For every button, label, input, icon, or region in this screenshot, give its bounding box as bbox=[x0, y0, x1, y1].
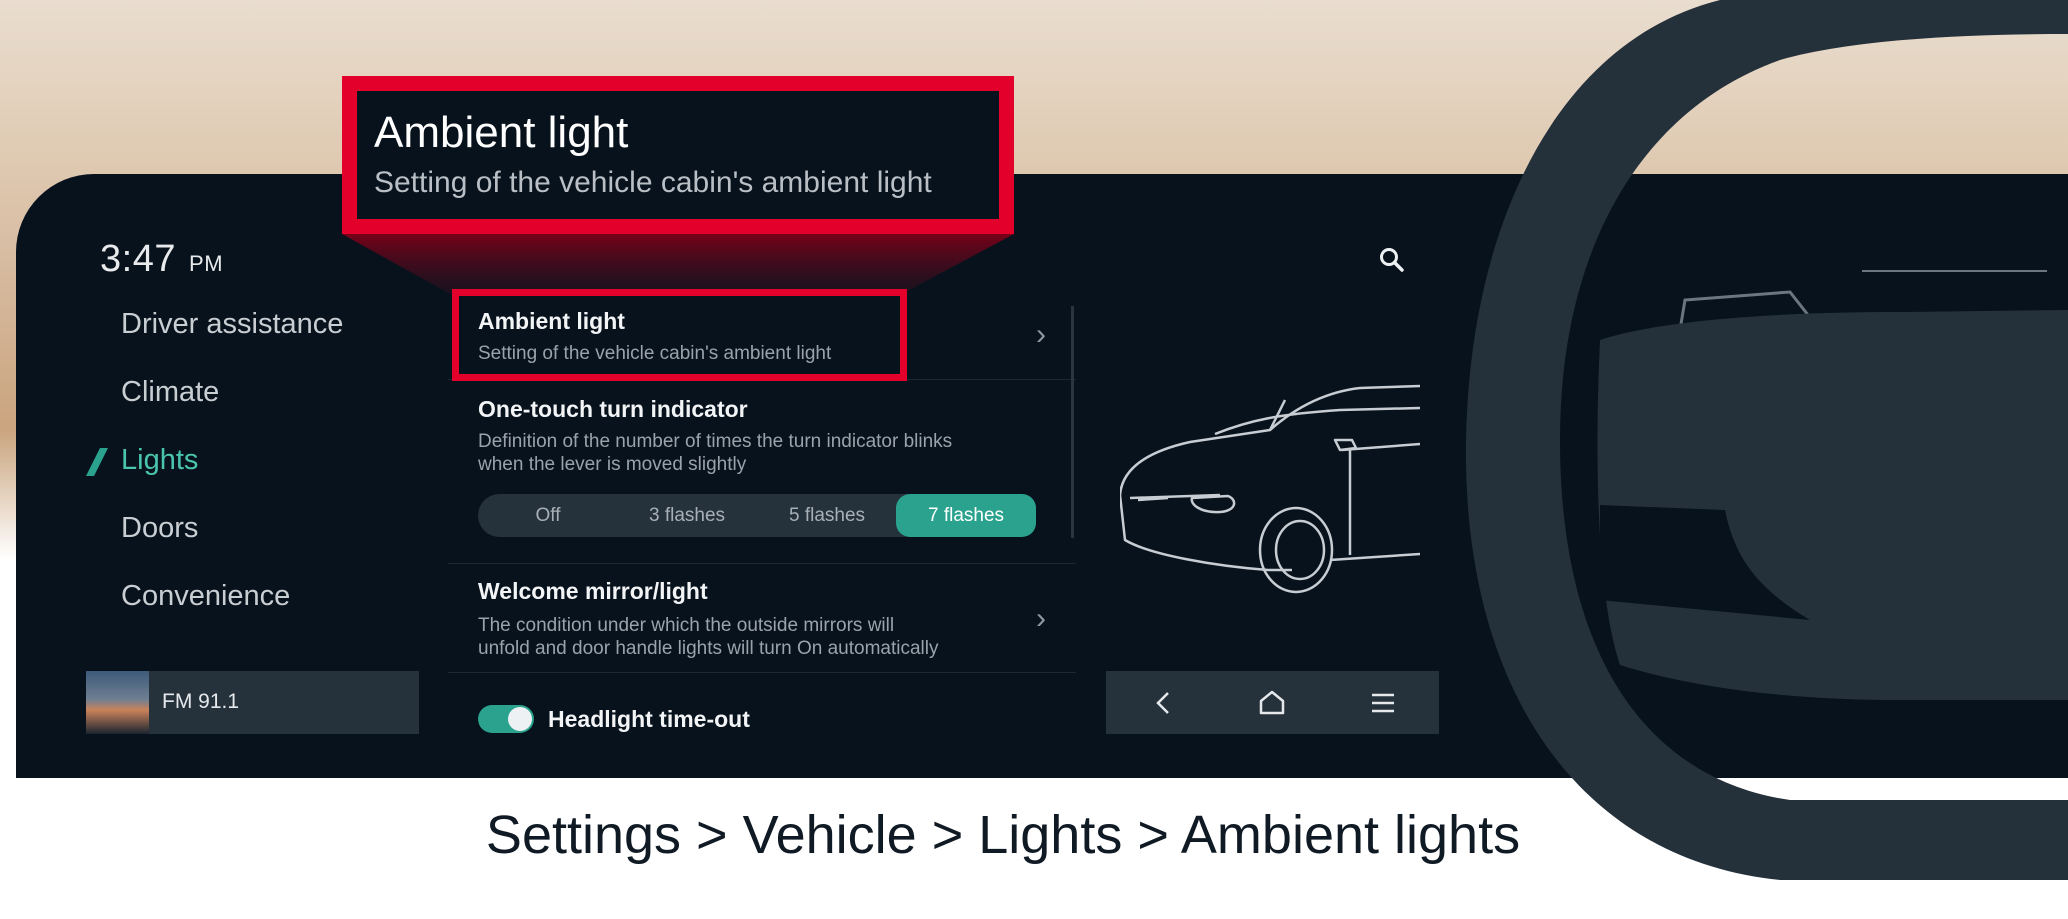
breadcrumb: Settings > Vehicle > Lights > Ambient li… bbox=[485, 805, 1521, 865]
steering-wheel-graphic bbox=[342, 0, 2068, 880]
highlight-frame bbox=[452, 289, 907, 381]
callout-subtitle: Setting of the vehicle cabin's ambient l… bbox=[374, 166, 932, 199]
callout-title: Ambient light bbox=[374, 108, 629, 157]
